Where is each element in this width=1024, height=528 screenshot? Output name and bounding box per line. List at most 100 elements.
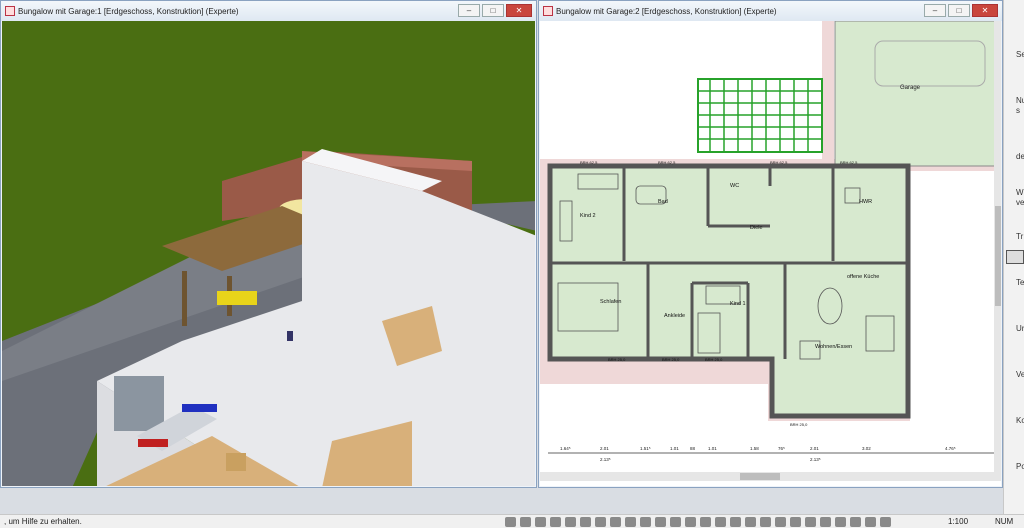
close-button[interactable]: ✕ [972,4,998,17]
brh-label: BRH 25,0 [662,357,680,362]
side-label[interactable]: Ve [1016,370,1024,379]
room-label-garage: Garage [900,85,921,91]
toolbar-icon[interactable] [550,517,561,527]
brh-label: BRH 25,0 [790,422,808,427]
dimension-value: 1.51⁵ [640,446,651,451]
dimension-value: 4.76⁵ [945,446,956,451]
room-label-wohnen: Wohnen/Essen [815,344,852,350]
brh-label: BRH 62,5 [580,160,598,165]
close-button[interactable]: ✕ [506,4,532,17]
toolbar-icon[interactable] [805,517,816,527]
scroll-thumb[interactable] [995,206,1001,306]
toolbar-icon[interactable] [820,517,831,527]
chair [226,453,246,471]
minimize-button[interactable]: – [458,4,480,17]
brh-label: BRH 25,0 [608,357,626,362]
room-label-wc: WC [730,183,739,189]
side-label[interactable]: de [1016,152,1024,161]
yellow-car [217,291,257,305]
toolbar-icon[interactable] [670,517,681,527]
dimension-value: 2.13⁵ [600,457,611,462]
room-label-bad: Bad [658,199,668,205]
side-label[interactable]: Ur [1016,324,1024,333]
toolbar-icon[interactable] [655,517,666,527]
window [114,376,164,431]
scroll-thumb[interactable] [740,473,780,480]
toolbar-icon[interactable] [535,517,546,527]
side-panel[interactable]: Se Nu s de W ve Tr Te Ur Ve Ko Po [1003,0,1024,514]
toolbar-icon[interactable] [565,517,576,527]
toolbar-icon[interactable] [595,517,606,527]
toolbar-icon[interactable] [580,517,591,527]
toolbar-icon[interactable] [865,517,876,527]
toolbar-icon[interactable] [505,517,516,527]
app-icon [543,6,553,16]
toolbar-icon[interactable] [730,517,741,527]
status-toolbar[interactable] [505,517,891,527]
status-hint: , um Hilfe zu erhalten. [4,517,82,526]
toolbar-icon[interactable] [610,517,621,527]
toolbar-icon[interactable] [520,517,531,527]
side-label[interactable]: Tr [1016,232,1023,241]
brh-label: BRH 62,5 [840,160,858,165]
toolbar-icon[interactable] [625,517,636,527]
side-label[interactable]: ve [1016,198,1024,207]
brh-label: BRH 25,0 [705,357,723,362]
room-label-kind2: Kind 2 [580,213,596,219]
room-label-kind1: Kind 1 [730,301,746,307]
toolbar-icon[interactable] [835,517,846,527]
side-label[interactable]: Se [1016,50,1024,59]
dimension-value: 1.64⁵ [560,446,571,451]
side-label[interactable]: Te [1016,278,1024,287]
title-bar[interactable]: Bungalow mit Garage:2 [Erdgeschoss, Kons… [539,1,1002,21]
room-label-diele: Diele [750,225,763,231]
minimize-button[interactable]: – [924,4,946,17]
dimension-value: 2.01 [810,446,819,451]
toolbar-icon[interactable] [685,517,696,527]
toolbar-icon[interactable] [775,517,786,527]
app-icon [5,6,15,16]
side-label[interactable]: s [1016,106,1020,115]
3d-scene [2,21,535,486]
num-lock-indicator: NUM [995,517,1014,526]
floorplan-viewport[interactable]: Garage Kind 2 Bad WC Diele HWR Schlafen … [540,21,1001,486]
panel-resize-handle[interactable] [1006,250,1024,264]
room-label-hwr: HWR [859,199,872,205]
garage-room [834,21,996,167]
side-label[interactable]: W [1016,188,1024,197]
room-label-schlafen: Schlafen [600,299,621,305]
maximize-button[interactable]: □ [948,4,970,17]
dimension-value: 1.01 [708,446,717,451]
window-3d[interactable]: Bungalow mit Garage:1 [Erdgeschoss, Kons… [0,0,537,488]
dimension-value: 1.58 [750,446,759,451]
dimension-value: 2.13⁵ [810,457,821,462]
dimension-value: 76⁵ [778,446,785,451]
title-bar[interactable]: Bungalow mit Garage:1 [Erdgeschoss, Kons… [1,1,536,21]
window-floorplan[interactable]: Bungalow mit Garage:2 [Erdgeschoss, Kons… [538,0,1003,488]
3d-viewport[interactable] [2,21,535,486]
toolbar-icon[interactable] [745,517,756,527]
side-label[interactable]: Ko [1016,416,1024,425]
toolbar-icon[interactable] [640,517,651,527]
dimension-value: 3.02 [862,446,871,451]
floorplan: Garage Kind 2 Bad WC Diele HWR Schlafen … [540,21,1001,481]
toolbar-icon[interactable] [715,517,726,527]
maximize-button[interactable]: □ [482,4,504,17]
toolbar-icon[interactable] [850,517,861,527]
brh-label: BRH 62,5 [770,160,788,165]
room-label-ankleide: Ankleide [664,313,685,319]
dimension-value: 1.01 [670,446,679,451]
window-title: Bungalow mit Garage:1 [Erdgeschoss, Kons… [18,6,239,16]
status-bar: , um Hilfe zu erhalten. 1:100 NUM [0,514,1024,528]
toolbar-icon[interactable] [880,517,891,527]
side-label[interactable]: Po [1016,462,1024,471]
toolbar-icon[interactable] [760,517,771,527]
dimension-value: 88 [690,446,696,451]
room-label-kueche: offene Küche [847,274,879,280]
toolbar-icon[interactable] [790,517,801,527]
window-title: Bungalow mit Garage:2 [Erdgeschoss, Kons… [556,6,777,16]
dimension-value: 2.01 [600,446,609,451]
brh-label: BRH 62,5 [658,160,676,165]
toolbar-icon[interactable] [700,517,711,527]
side-label[interactable]: Nu [1016,96,1024,105]
